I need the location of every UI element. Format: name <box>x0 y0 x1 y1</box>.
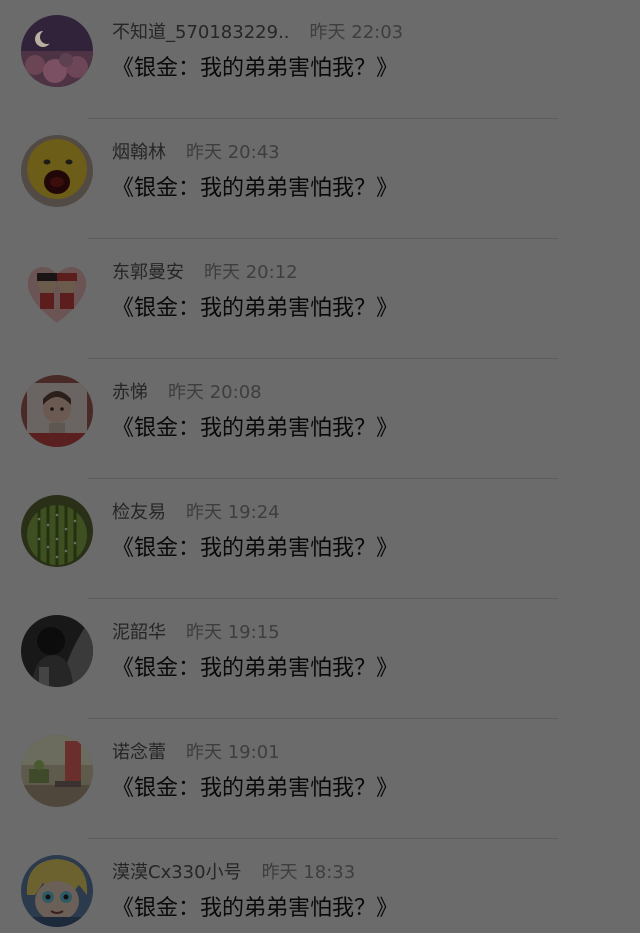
timestamp: 昨天 20:43 <box>186 142 280 163</box>
username[interactable]: 烟翰林 <box>112 142 166 163</box>
username[interactable]: 不知道_570183229.. <box>112 22 290 43</box>
anime-character-avatar-icon[interactable] <box>21 855 93 927</box>
divider <box>88 478 558 479</box>
timestamp: 昨天 19:24 <box>186 502 280 523</box>
comment-item[interactable]: 检友易 昨天 19:24 《银金：我的弟弟害怕我？》 <box>0 480 640 599</box>
comment-item[interactable]: 漠漠Cx330小号 昨天 18:33 《银金：我的弟弟害怕我？》 <box>0 840 640 933</box>
comment-text: 《银金：我的弟弟害怕我？》 <box>112 56 399 81</box>
comment-text: 《银金：我的弟弟害怕我？》 <box>112 536 399 561</box>
comment-item[interactable]: 烟翰林 昨天 20:43 《银金：我的弟弟害怕我？》 <box>0 120 640 239</box>
divider <box>88 598 558 599</box>
comment-item[interactable]: 泥韶华 昨天 19:15 《银金：我的弟弟害怕我？》 <box>0 600 640 719</box>
comment-text: 《银金：我的弟弟害怕我？》 <box>112 776 399 801</box>
divider <box>88 838 558 839</box>
timestamp: 昨天 22:03 <box>309 22 404 43</box>
comment-meta: 不知道_570183229.. 昨天 22:03 <box>112 21 403 45</box>
timestamp: 昨天 20:12 <box>204 262 298 283</box>
comment-text: 《银金：我的弟弟害怕我？》 <box>112 296 399 321</box>
comment-meta: 赤悌 昨天 20:08 <box>112 381 262 405</box>
dark-figure-avatar-icon[interactable] <box>21 615 93 687</box>
comment-list: 不知道_570183229.. 昨天 22:03 《银金：我的弟弟害怕我？》 烟翰… <box>0 0 640 933</box>
comment-meta: 检友易 昨天 19:24 <box>112 501 280 525</box>
comment-meta: 泥韶华 昨天 19:15 <box>112 621 280 645</box>
timestamp: 昨天 19:15 <box>186 622 280 643</box>
username[interactable]: 诺念蕾 <box>112 742 166 763</box>
comment-item[interactable]: 东郭曼安 昨天 20:12 《银金：我的弟弟害怕我？》 <box>0 240 640 359</box>
divider <box>88 238 558 239</box>
username[interactable]: 赤悌 <box>112 382 148 403</box>
comment-item[interactable]: 赤悌 昨天 20:08 《银金：我的弟弟害怕我？》 <box>0 360 640 479</box>
username[interactable]: 东郭曼安 <box>112 262 184 283</box>
couple-heart-avatar-icon[interactable] <box>21 255 93 327</box>
divider <box>88 358 558 359</box>
yellow-face-avatar-icon[interactable] <box>21 135 93 207</box>
comment-text: 《银金：我的弟弟害怕我？》 <box>112 656 399 681</box>
divider <box>88 718 558 719</box>
comment-text: 《银金：我的弟弟害怕我？》 <box>112 896 399 921</box>
comment-meta: 诺念蕾 昨天 19:01 <box>112 741 280 765</box>
room-scene-avatar-icon[interactable] <box>21 735 93 807</box>
username[interactable]: 泥韶华 <box>112 622 166 643</box>
comment-text: 《银金：我的弟弟害怕我？》 <box>112 416 399 441</box>
divider <box>88 118 558 119</box>
comment-item[interactable]: 不知道_570183229.. 昨天 22:03 《银金：我的弟弟害怕我？》 <box>0 0 640 119</box>
username[interactable]: 检友易 <box>112 502 166 523</box>
username[interactable]: 漠漠Cx330小号 <box>112 862 242 883</box>
timestamp: 昨天 19:01 <box>186 742 280 763</box>
timestamp: 昨天 18:33 <box>261 862 356 883</box>
child-photo-avatar-icon[interactable] <box>21 375 93 447</box>
comment-meta: 烟翰林 昨天 20:43 <box>112 141 280 165</box>
comment-item[interactable]: 诺念蕾 昨天 19:01 《银金：我的弟弟害怕我？》 <box>0 720 640 839</box>
comment-meta: 漠漠Cx330小号 昨天 18:33 <box>112 861 355 885</box>
timestamp: 昨天 20:08 <box>168 382 262 403</box>
moon-night-avatar-icon[interactable] <box>21 15 93 87</box>
comment-text: 《银金：我的弟弟害怕我？》 <box>112 176 399 201</box>
comment-meta: 东郭曼安 昨天 20:12 <box>112 261 298 285</box>
cactus-avatar-icon[interactable] <box>21 495 93 567</box>
